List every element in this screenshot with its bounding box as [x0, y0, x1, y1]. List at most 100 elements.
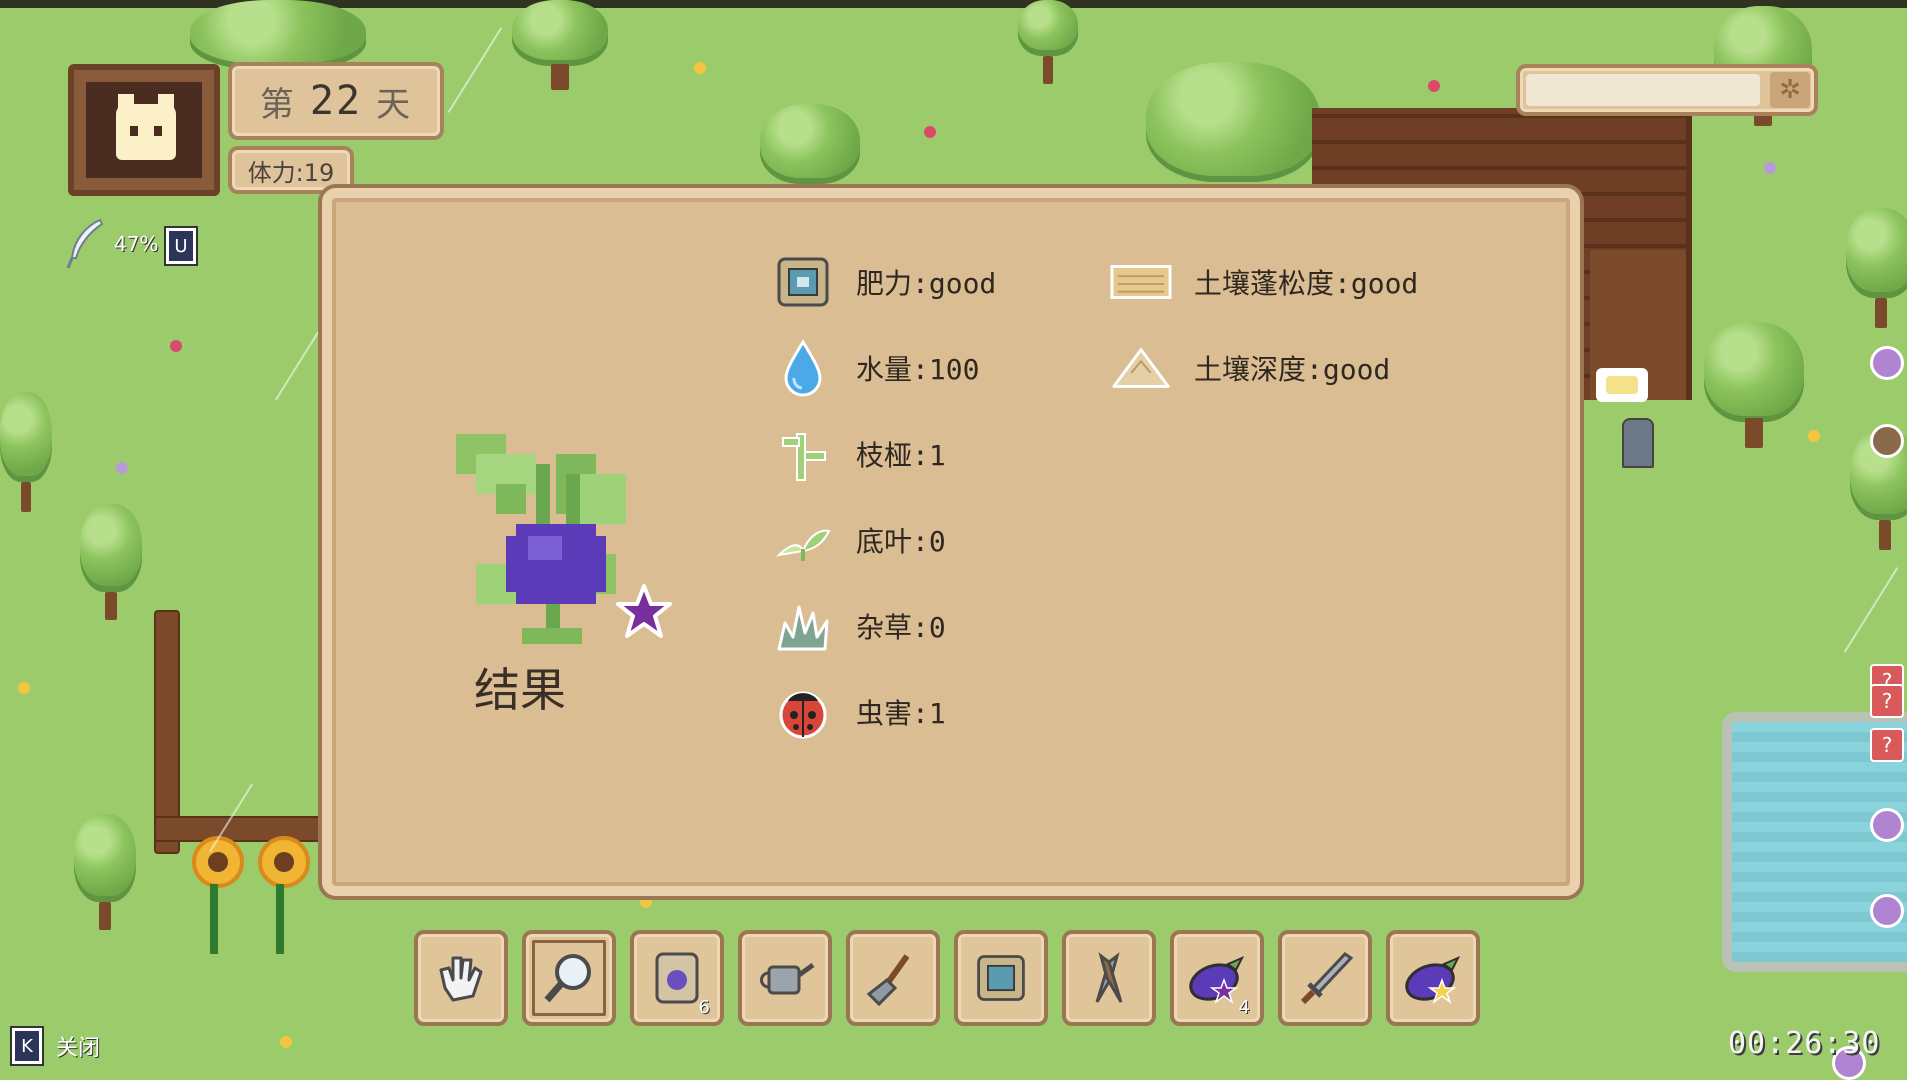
close-hint[interactable]: K 关闭 [10, 1026, 100, 1066]
sunflower-stem [210, 884, 218, 954]
stat-text: 杂草:0 [856, 611, 946, 644]
hotbar-slot-watering-can[interactable] [738, 930, 832, 1026]
crop-status-dialog: 结果 肥力:good 水量:100 枝桠:1 底叶:0 杂草:0 虫害:1 土壤… [322, 188, 1580, 896]
flower [694, 62, 706, 74]
hotbar-slot-eggplant-gold[interactable] [1386, 930, 1480, 1026]
flower [18, 682, 30, 694]
sunflower [258, 836, 310, 888]
seed-bag-icon [655, 952, 699, 1004]
top-right-bar: ✲ [1516, 64, 1818, 116]
rain-streak [274, 331, 320, 401]
bottom-leaf-icon [772, 510, 834, 570]
help-icon[interactable]: ? [1870, 728, 1904, 762]
hotbar-slot-magnifier[interactable] [522, 930, 616, 1026]
day-prefix: 第 [259, 84, 296, 125]
character-portrait[interactable] [68, 64, 220, 196]
speech-bubble-icon[interactable] [1596, 368, 1648, 402]
day-counter-text: 第 22 天 [232, 66, 440, 136]
stamina-panel: 体力:19 [228, 146, 354, 194]
water-drop-icon [772, 338, 834, 398]
game-clock: 00:26:30 [1728, 1026, 1881, 1061]
sunflower [192, 836, 244, 888]
stat-text: 肥力:good [856, 267, 997, 300]
cat-eye [154, 126, 162, 136]
stat-soil-looseness: 土壤蓬松度:good [1110, 252, 1418, 312]
magnifier-icon [544, 954, 591, 1003]
feather-percent: 47% [114, 232, 159, 256]
stat-bottom-leaf: 底叶:0 [772, 510, 946, 570]
day-number: 22 [309, 78, 363, 124]
hotbar-slot-shovel[interactable] [846, 930, 940, 1026]
stat-text: 土壤蓬松度:good [1194, 267, 1419, 300]
mailbox-icon[interactable] [1622, 418, 1654, 468]
star-icon [616, 584, 672, 638]
tree [1846, 208, 1907, 328]
stat-text: 底叶:0 [856, 525, 946, 558]
tree [80, 504, 142, 620]
sunflower-stem [276, 884, 284, 954]
cat-avatar-icon [116, 94, 176, 160]
fertilizer-bag-icon [772, 252, 834, 312]
day-suffix: 天 [376, 84, 413, 125]
day-counter: 第 22 天 [228, 62, 444, 140]
hotbar-slot-seed-bag[interactable]: 6 [630, 930, 724, 1026]
flower [1428, 80, 1440, 92]
shovel-icon [866, 954, 910, 1007]
flower [1764, 162, 1776, 174]
stat-weed: 杂草:0 [772, 596, 946, 656]
shears-icon [1095, 952, 1123, 1003]
stat-pest: 虫害:1 [772, 682, 946, 742]
hotbar-slot-shears[interactable] [1062, 930, 1156, 1026]
tree [1018, 0, 1078, 84]
stat-text: 虫害:1 [856, 697, 946, 730]
glove-icon [439, 956, 483, 1002]
weed-icon [772, 596, 834, 656]
key-u-label: U [169, 231, 193, 261]
top-bar-fill [1526, 74, 1760, 106]
help-icon[interactable]: ? [1870, 684, 1904, 718]
key-hint-k[interactable]: K [10, 1026, 44, 1066]
key-k-label: K [15, 1031, 39, 1061]
stat-fertility: 肥力:good [772, 252, 996, 312]
slot-count: 4 [1238, 997, 1250, 1018]
side-badge-icon[interactable] [1870, 894, 1904, 928]
hotbar-slot-eggplant[interactable]: 4 [1170, 930, 1264, 1026]
stamina-text: 体力:19 [247, 158, 335, 187]
flower [640, 896, 652, 908]
gear-icon[interactable]: ✲ [1770, 72, 1810, 108]
fence-rail [154, 816, 328, 842]
tree [1146, 62, 1320, 192]
side-badge-icon[interactable] [1870, 424, 1904, 458]
hotbar-slot-sword[interactable] [1278, 930, 1372, 1026]
stat-text: 枝桠:1 [856, 439, 946, 472]
soil-tiles-icon [1110, 252, 1172, 312]
flower [116, 462, 128, 474]
result-label: 结果 [474, 663, 566, 717]
fertilizer-bag-icon [977, 955, 1025, 1001]
stat-text: 水量:100 [856, 353, 980, 386]
rain-streak [1843, 567, 1899, 653]
side-badge-icon[interactable] [1870, 346, 1904, 380]
ladybug-icon [772, 682, 834, 742]
branch-icon [772, 424, 834, 484]
key-hint-u[interactable]: U [164, 226, 198, 266]
flower [280, 1036, 292, 1048]
sword-icon [1300, 952, 1354, 1005]
eggplant-gold-icon [1405, 956, 1461, 1005]
hotbar-slot-fertilizer[interactable] [954, 930, 1048, 1026]
side-badge-icon[interactable] [1870, 808, 1904, 842]
hotbar-slot-glove[interactable] [414, 930, 508, 1026]
tree [1704, 322, 1804, 448]
flower [924, 126, 936, 138]
rain-streak [447, 27, 503, 113]
close-label: 关闭 [56, 1036, 101, 1061]
tree [0, 392, 52, 512]
stat-soil-depth: 土壤深度:good [1110, 338, 1390, 398]
feather-icon [66, 218, 104, 269]
portrait-background [86, 82, 202, 178]
stat-water: 水量:100 [772, 338, 979, 398]
stat-text: 土壤深度:good [1194, 353, 1391, 386]
flower [1808, 430, 1820, 442]
soil-mound-icon [1110, 338, 1172, 398]
tree [512, 0, 608, 90]
